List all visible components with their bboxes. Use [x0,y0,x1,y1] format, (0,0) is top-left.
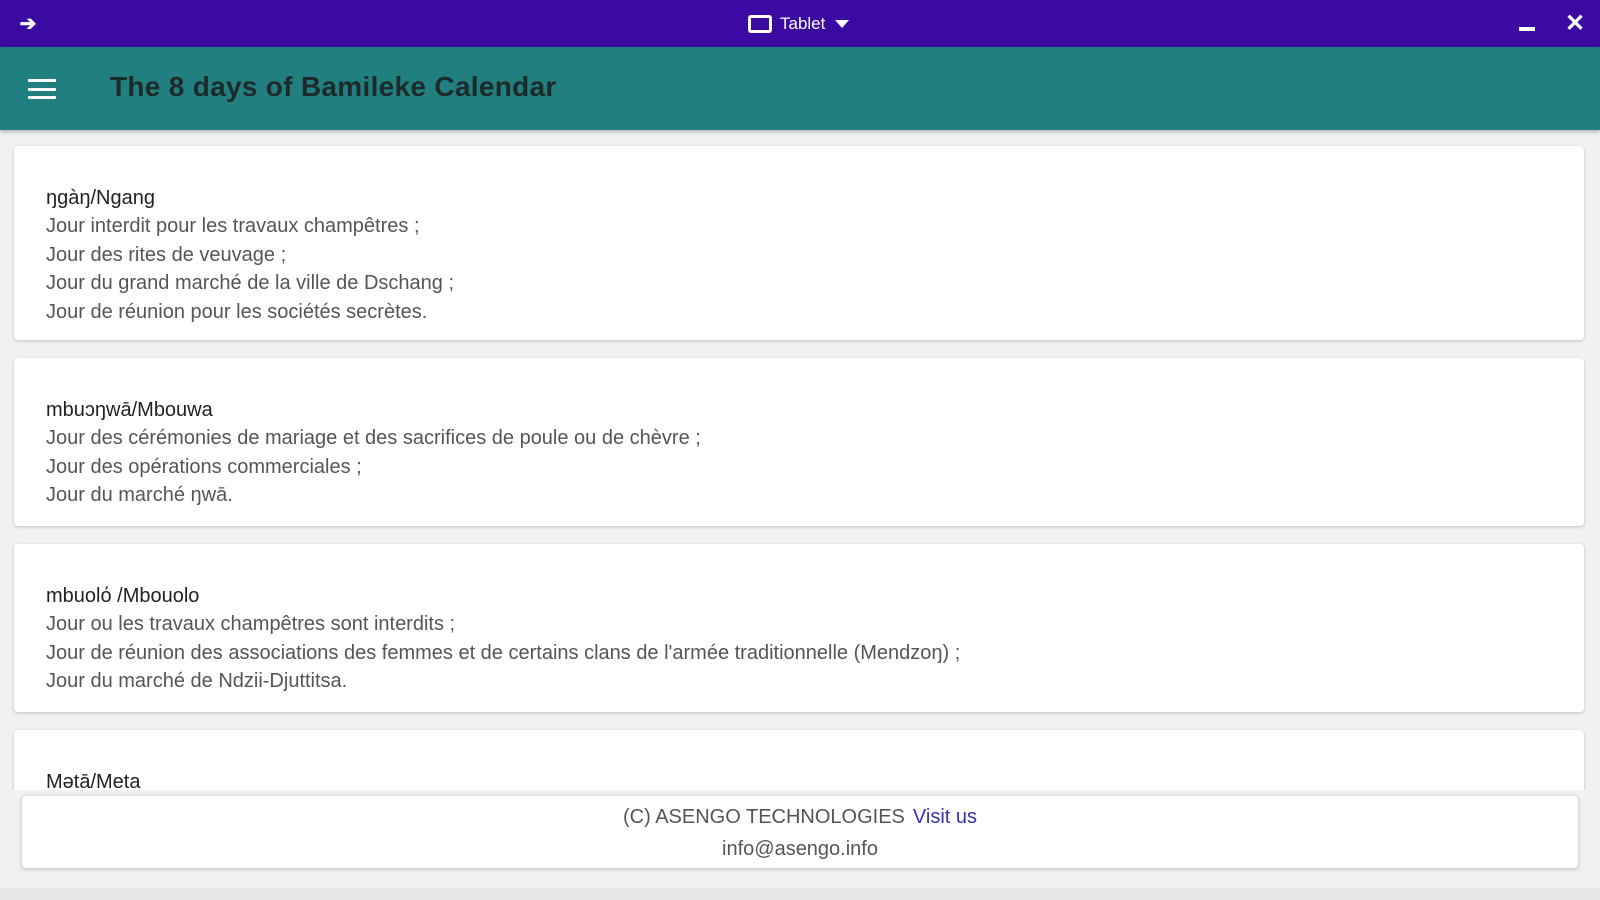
day-title: ŋgàŋ/Ngang [46,187,155,209]
day-description-line: Jour des cérémonies de mariage et des sa… [46,427,701,449]
day-description-line: Jour du grand marché de la ville de Dsch… [46,272,455,294]
caret-down-icon [835,20,850,28]
contact-email[interactable]: info@asengo.info [22,838,1578,861]
footer: (C) ASENGO TECHNOLOGIES Visit us info@ase… [22,796,1578,868]
day-description-line: Jour du marché de Ndzii-Djuttitsa. [46,670,348,692]
day-card: Mətā/Meta [14,730,1584,790]
back-button[interactable]: ➔ [14,9,42,37]
close-icon: ✕ [1564,9,1586,37]
day-description-line: Jour du marché ŋwā. [46,484,233,506]
close-button[interactable]: ✕ [1562,9,1588,37]
device-selector[interactable]: Tablet [748,11,850,37]
day-description-line: Jour des opérations commerciales ; [46,455,362,478]
day-description-line: Jour des rites de veuvage ; [46,243,287,266]
day-description-line: Jour interdit pour les travaux champêtre… [46,215,420,237]
page-title: The 8 days of Bamileke Calendar [110,71,557,102]
visit-us-link[interactable]: Visit us [913,806,977,828]
window-titlebar: ➔ Tablet ✕ [0,0,1600,47]
device-label: Tablet [780,14,826,33]
hamburger-menu-icon[interactable] [26,76,58,102]
day-title: mbuolό /Mbouolo [46,585,200,607]
app-bar: The 8 days of Bamileke Calendar [0,47,1600,130]
day-card: mbuolό /Mbouolo Jour ou les travaux cham… [14,544,1584,712]
day-card: mbuɔŋwā/Mbouwa Jour des cérémonies de ma… [14,358,1584,526]
day-title: mbuɔŋwā/Mbouwa [46,399,213,421]
day-description-line: Jour de réunion des associations des fem… [46,641,961,664]
day-description-line: Jour ou les travaux champêtres sont inte… [46,613,456,635]
minimize-button[interactable] [1516,12,1538,34]
day-card: ŋgàŋ/Ngang Jour interdit pour les travau… [14,146,1584,340]
days-list[interactable]: ŋgàŋ/Ngang Jour interdit pour les travau… [0,130,1600,790]
bottom-edge [0,888,1600,900]
tablet-icon [748,15,772,33]
copyright-text: (C) ASENGO TECHNOLOGIES [622,806,905,828]
day-title: Mətā/Meta [46,771,141,790]
day-description-line: Jour de réunion pour les sociétés secrèt… [46,300,428,323]
arrow-left-icon: ➔ [19,12,37,35]
